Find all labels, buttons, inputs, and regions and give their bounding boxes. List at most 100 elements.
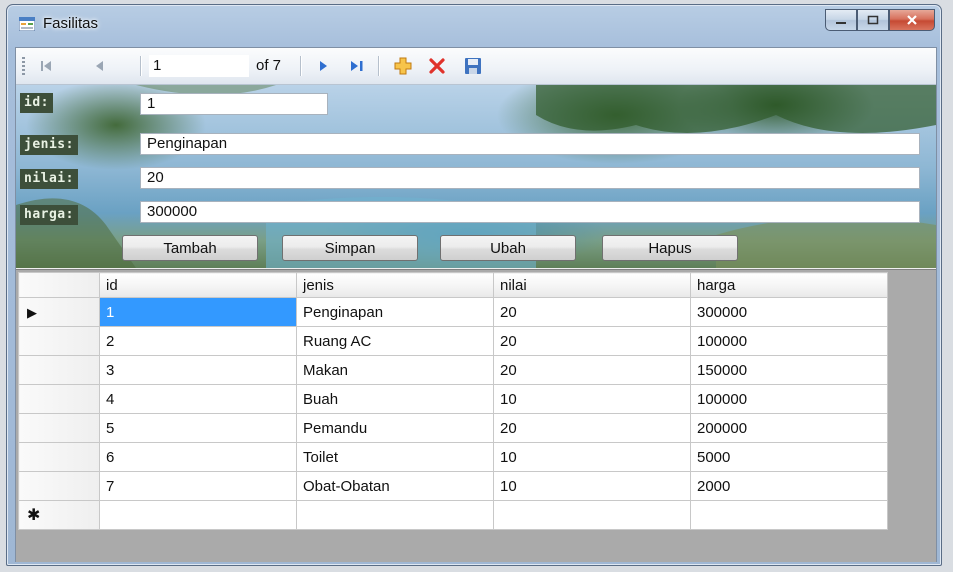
move-first-icon: [41, 61, 51, 71]
close-icon: [907, 15, 917, 25]
binding-navigator: 1 of 7: [16, 48, 936, 85]
column-header-jenis[interactable]: jenis: [296, 272, 494, 298]
new-row[interactable]: ✱: [18, 500, 888, 530]
table-cell[interactable]: 2000: [690, 471, 888, 501]
table-cell[interactable]: 20: [493, 355, 691, 385]
table-cell[interactable]: 100000: [690, 384, 888, 414]
data-grid-view[interactable]: id jenis nilai harga ▶ 1 Penginapan 20 3…: [16, 269, 936, 562]
window-title: Fasilitas: [43, 15, 99, 32]
table-cell[interactable]: 4: [99, 384, 297, 414]
table-cell[interactable]: 20: [493, 413, 691, 443]
nilai-label: nilai:: [20, 169, 78, 189]
table-cell[interactable]: 7: [99, 471, 297, 501]
move-previous-icon: [96, 61, 103, 71]
table-row[interactable]: 4 Buah 10 100000: [18, 384, 888, 414]
table-cell[interactable]: Obat-Obatan: [296, 471, 494, 501]
tambah-button[interactable]: Tambah: [122, 235, 258, 261]
hapus-button[interactable]: Hapus: [602, 235, 738, 261]
move-last-icon: [351, 61, 363, 71]
table-cell[interactable]: [493, 500, 691, 530]
save-button[interactable]: [456, 48, 490, 84]
table-cell[interactable]: Pemandu: [296, 413, 494, 443]
close-button[interactable]: [889, 9, 935, 31]
delete-button[interactable]: [420, 48, 454, 84]
table-cell[interactable]: 200000: [690, 413, 888, 443]
grid-header-row: id jenis nilai harga: [18, 272, 888, 298]
table-cell[interactable]: Buah: [296, 384, 494, 414]
table-cell[interactable]: [99, 500, 297, 530]
column-header-nilai[interactable]: nilai: [493, 272, 691, 298]
toolbar-grip[interactable]: [22, 57, 25, 75]
table-cell[interactable]: [296, 500, 494, 530]
table-cell[interactable]: Ruang AC: [296, 326, 494, 356]
save-icon: [465, 58, 481, 74]
table-cell[interactable]: 1: [99, 297, 297, 327]
table-cell[interactable]: 300000: [690, 297, 888, 327]
add-new-button[interactable]: [386, 48, 420, 84]
form-client-area: 1 of 7 id: 1 jenis: Penginapan nilai: 20…: [15, 47, 937, 562]
maximize-button[interactable]: [857, 9, 889, 31]
table-row[interactable]: ▶ 1 Penginapan 20 300000: [18, 297, 888, 327]
table-cell[interactable]: 2: [99, 326, 297, 356]
toolbar-separator: [300, 56, 302, 76]
simpan-button[interactable]: Simpan: [282, 235, 418, 261]
grid-corner-header[interactable]: [18, 272, 100, 298]
table-row[interactable]: 5 Pemandu 20 200000: [18, 413, 888, 443]
minimize-button[interactable]: [825, 9, 857, 31]
table-cell[interactable]: Toilet: [296, 442, 494, 472]
title-bar[interactable]: Fasilitas: [7, 5, 941, 43]
id-field[interactable]: 1: [140, 93, 328, 115]
ubah-button[interactable]: Ubah: [440, 235, 576, 261]
move-previous-button[interactable]: [86, 48, 114, 84]
app-window: Fasilitas 1 of 7 id: 1 jenis: Penginapan…: [6, 4, 942, 566]
move-first-button[interactable]: [32, 48, 60, 84]
row-header-current[interactable]: ▶: [18, 297, 100, 327]
table-cell[interactable]: 10: [493, 471, 691, 501]
jenis-label: jenis:: [20, 135, 78, 155]
table-cell[interactable]: 6: [99, 442, 297, 472]
toolbar-separator: [140, 56, 142, 76]
table-row[interactable]: 7 Obat-Obatan 10 2000: [18, 471, 888, 501]
toolbar-separator: [378, 56, 380, 76]
table-cell[interactable]: 10: [493, 442, 691, 472]
new-row-marker: ✱: [27, 507, 41, 524]
move-next-button[interactable]: [308, 48, 338, 84]
row-header[interactable]: [18, 442, 100, 472]
table-cell[interactable]: Penginapan: [296, 297, 494, 327]
jenis-field[interactable]: Penginapan: [140, 133, 920, 155]
table-cell[interactable]: 5: [99, 413, 297, 443]
table-cell[interactable]: 20: [493, 326, 691, 356]
record-count-label: of 7: [256, 57, 282, 74]
delete-icon: [429, 58, 445, 74]
row-header-new[interactable]: ✱: [18, 500, 100, 530]
table-row[interactable]: 3 Makan 20 150000: [18, 355, 888, 385]
row-header[interactable]: [18, 413, 100, 443]
nilai-field[interactable]: 20: [140, 167, 920, 189]
row-header[interactable]: [18, 471, 100, 501]
move-last-button[interactable]: [342, 48, 372, 84]
harga-field[interactable]: 300000: [140, 201, 920, 223]
table-cell[interactable]: 3: [99, 355, 297, 385]
table-cell[interactable]: 150000: [690, 355, 888, 385]
position-input[interactable]: 1: [149, 55, 249, 77]
data-grid: id jenis nilai harga ▶ 1 Penginapan 20 3…: [18, 272, 888, 530]
move-next-icon: [320, 61, 327, 71]
row-header[interactable]: [18, 355, 100, 385]
table-row[interactable]: 2 Ruang AC 20 100000: [18, 326, 888, 356]
current-row-marker: ▶: [27, 304, 37, 320]
table-cell[interactable]: Makan: [296, 355, 494, 385]
window-controls: [825, 9, 935, 31]
maximize-icon: [867, 15, 879, 25]
harga-label: harga:: [20, 205, 78, 225]
table-row[interactable]: 6 Toilet 10 5000: [18, 442, 888, 472]
minimize-icon: [836, 22, 846, 24]
column-header-id[interactable]: id: [99, 272, 297, 298]
column-header-harga[interactable]: harga: [690, 272, 888, 298]
row-header[interactable]: [18, 326, 100, 356]
row-header[interactable]: [18, 384, 100, 414]
table-cell[interactable]: 10: [493, 384, 691, 414]
table-cell[interactable]: [690, 500, 888, 530]
table-cell[interactable]: 5000: [690, 442, 888, 472]
table-cell[interactable]: 20: [493, 297, 691, 327]
table-cell[interactable]: 100000: [690, 326, 888, 356]
